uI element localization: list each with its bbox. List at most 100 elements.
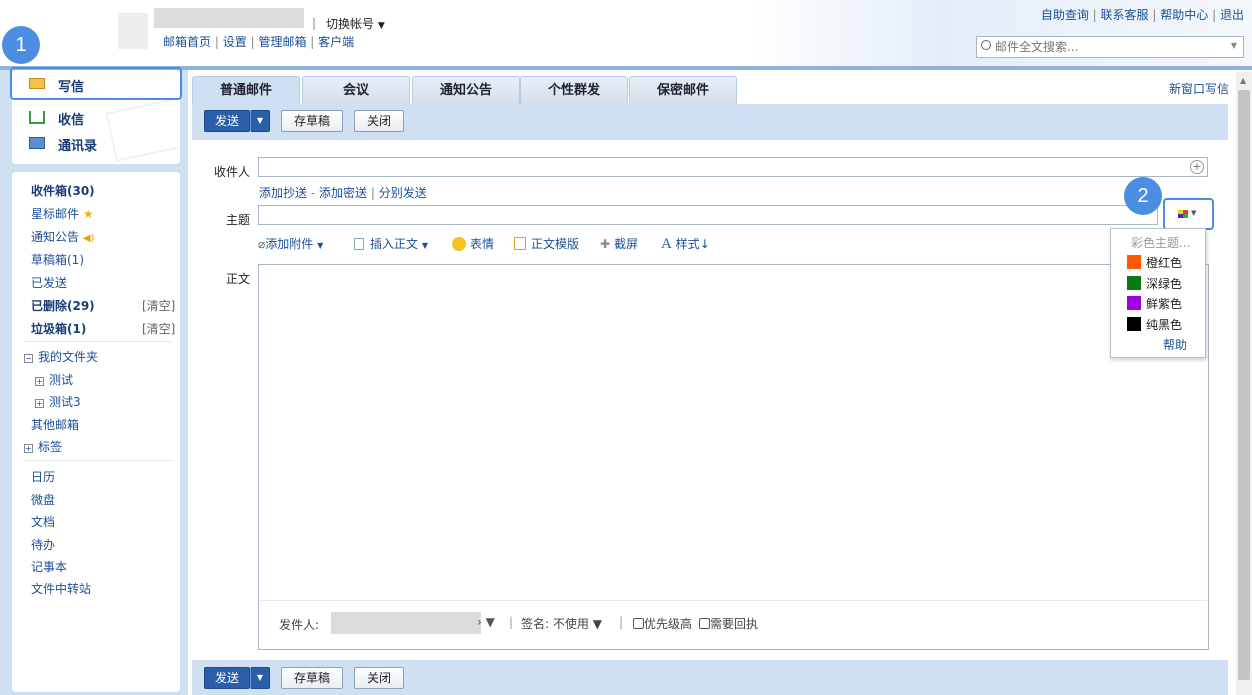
send-button-bottom[interactable]: 发送 bbox=[204, 667, 251, 689]
folder-test[interactable]: + 测试 bbox=[35, 371, 73, 388]
color-option-purple[interactable]: 鲜紫色 bbox=[1127, 295, 1182, 312]
self-service-link[interactable]: 自助查询 bbox=[1041, 8, 1089, 22]
tab-normal-mail[interactable]: 普通邮件 bbox=[192, 76, 300, 104]
emoji-label: 表情 bbox=[470, 237, 495, 251]
star-icon: ★ bbox=[82, 207, 94, 221]
add-bcc-link[interactable]: 添加密送 bbox=[319, 186, 367, 200]
my-folders-toggle[interactable]: − 我的文件夹 bbox=[24, 348, 98, 365]
caret-down-icon: ▼ bbox=[421, 241, 428, 250]
scroll-up-icon[interactable]: ▲ bbox=[1240, 76, 1246, 85]
caret-down-icon: ▼ bbox=[317, 241, 324, 250]
scrollbar[interactable]: ▲ bbox=[1236, 72, 1252, 695]
tab-notice[interactable]: 通知公告 bbox=[412, 76, 520, 104]
send-options-icon[interactable]: ▼ bbox=[250, 110, 270, 132]
color-theme-button[interactable]: ▼ bbox=[1174, 207, 1204, 223]
folder-test3-label: 测试3 bbox=[49, 395, 81, 409]
color-option-green[interactable]: 深绿色 bbox=[1127, 275, 1182, 292]
search-input[interactable] bbox=[995, 38, 1215, 56]
folder-inbox[interactable]: 收件箱(30) bbox=[31, 182, 95, 199]
style-button[interactable]: A 样式↓ bbox=[661, 235, 710, 253]
tab-meeting[interactable]: 会议 bbox=[302, 76, 410, 104]
app-docs[interactable]: 文档 bbox=[31, 513, 55, 530]
mail-home-link[interactable]: 邮箱首页 bbox=[163, 35, 211, 49]
save-draft-button-bottom[interactable]: 存草稿 bbox=[281, 667, 344, 689]
color-grid-icon bbox=[1178, 210, 1188, 218]
emoji-button[interactable]: 表情 bbox=[452, 235, 494, 252]
inbox-download-icon bbox=[29, 111, 45, 124]
clear-deleted-link[interactable]: [清空] bbox=[142, 297, 175, 314]
save-draft-button[interactable]: 存草稿 bbox=[281, 110, 344, 132]
send-button[interactable]: 发送 bbox=[204, 110, 251, 132]
tab-confidential[interactable]: 保密邮件 bbox=[629, 76, 737, 104]
color-help-link[interactable]: 帮助 bbox=[1163, 336, 1187, 353]
receive-button[interactable]: 收信 bbox=[12, 106, 180, 130]
color-option-black[interactable]: 纯黑色 bbox=[1127, 316, 1182, 333]
subject-label: 主题 bbox=[226, 213, 251, 227]
sender-label: 发件人: bbox=[279, 618, 320, 632]
contacts-button[interactable]: 通讯录 bbox=[12, 132, 180, 156]
app-todo[interactable]: 待办 bbox=[31, 536, 55, 553]
sender-dropdown-icon[interactable]: › ▼ bbox=[477, 615, 495, 629]
add-cc-link[interactable]: 添加抄送 bbox=[259, 186, 307, 200]
other-mailboxes[interactable]: 其他邮箱 bbox=[31, 416, 79, 433]
scroll-thumb[interactable] bbox=[1238, 90, 1250, 680]
app-drive[interactable]: 微盘 bbox=[31, 491, 55, 508]
manage-mail-link[interactable]: 管理邮箱 bbox=[258, 35, 306, 49]
recipient-input[interactable]: + bbox=[258, 157, 1208, 177]
insert-body-label: 插入正文 bbox=[370, 237, 419, 251]
settings-link[interactable]: 设置 bbox=[223, 35, 247, 49]
priority-checkbox[interactable]: 优先级高 bbox=[633, 615, 692, 632]
purple-swatch bbox=[1127, 296, 1141, 310]
chevron-down-icon[interactable]: ▼ bbox=[1231, 41, 1237, 50]
close-button-bottom[interactable]: 关闭 bbox=[354, 667, 405, 689]
folder-starred[interactable]: 星标邮件 ★ bbox=[31, 205, 94, 222]
expand-icon: + bbox=[24, 444, 33, 453]
checkbox-icon bbox=[633, 618, 644, 629]
signature-select[interactable]: 签名: 不使用 ▼ bbox=[521, 615, 602, 632]
body-editor[interactable] bbox=[258, 264, 1209, 650]
sep: | bbox=[1092, 8, 1097, 22]
insert-body-button[interactable]: 插入正文 ▼ bbox=[354, 235, 428, 252]
folder-junk[interactable]: 垃圾箱(1) bbox=[31, 320, 86, 337]
signature-label: 签名: 不使用 bbox=[521, 617, 589, 631]
sep: - bbox=[310, 186, 316, 200]
close-button[interactable]: 关闭 bbox=[354, 110, 405, 132]
folder-notice[interactable]: 通知公告 ◀) bbox=[31, 228, 94, 245]
arrow-down-icon: ↓ bbox=[699, 237, 710, 251]
tab-mass-send[interactable]: 个性群发 bbox=[520, 76, 628, 104]
add-contact-icon[interactable]: + bbox=[1190, 160, 1204, 174]
folder-test3[interactable]: + 测试3 bbox=[35, 393, 81, 410]
logout-link[interactable]: 退出 bbox=[1220, 8, 1244, 22]
caret-down-icon: ▼ bbox=[377, 21, 385, 31]
collapse-icon: − bbox=[24, 354, 33, 363]
add-attachment-button[interactable]: ⌀添加附件 ▼ bbox=[258, 235, 323, 252]
switch-account-link[interactable]: 切换帐号 ▼ bbox=[326, 15, 385, 32]
app-file-transfer[interactable]: 文件中转站 bbox=[31, 580, 91, 597]
header-nav: 邮箱首页 | 设置 | 管理邮箱 | 客户端 bbox=[163, 33, 354, 50]
divider bbox=[24, 460, 172, 461]
app-notes[interactable]: 记事本 bbox=[31, 558, 67, 575]
screenshot-label: 截屏 bbox=[614, 237, 639, 251]
screenshot-button[interactable]: ✚ 截屏 bbox=[600, 235, 638, 252]
send-options-icon[interactable]: ▼ bbox=[250, 667, 270, 689]
client-link[interactable]: 客户端 bbox=[318, 35, 354, 49]
sep: | bbox=[1212, 8, 1217, 22]
folder-drafts[interactable]: 草稿箱(1) bbox=[31, 251, 84, 268]
receipt-checkbox[interactable]: 需要回执 bbox=[699, 615, 758, 632]
add-attachment-label: 添加附件 bbox=[265, 237, 314, 251]
new-window-compose-link[interactable]: 新窗口写信 bbox=[1169, 80, 1229, 97]
search-box[interactable]: ▼ bbox=[976, 36, 1244, 58]
color-option-orange[interactable]: 橙红色 bbox=[1127, 254, 1182, 271]
app-calendar[interactable]: 日历 bbox=[31, 468, 55, 485]
color-option-label: 鲜紫色 bbox=[1146, 297, 1183, 311]
help-center-link[interactable]: 帮助中心 bbox=[1160, 8, 1208, 22]
tags-toggle[interactable]: + 标签 bbox=[24, 438, 62, 455]
customer-service-link[interactable]: 联系客服 bbox=[1101, 8, 1149, 22]
folder-deleted[interactable]: 已删除(29) bbox=[31, 297, 95, 314]
subject-input[interactable] bbox=[258, 205, 1158, 225]
clear-junk-link[interactable]: [清空] bbox=[142, 320, 175, 337]
folder-sent[interactable]: 已发送 bbox=[31, 274, 67, 291]
template-button[interactable]: 正文模版 bbox=[514, 235, 579, 252]
separate-send-link[interactable]: 分别发送 bbox=[379, 186, 427, 200]
divider bbox=[24, 341, 172, 342]
